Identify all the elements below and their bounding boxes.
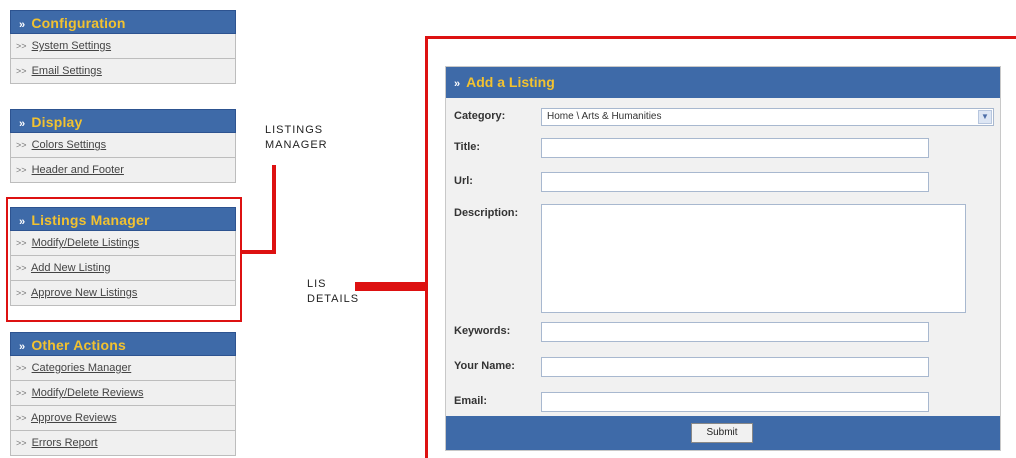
sidebar-item-email-settings[interactable]: >> Email Settings — [10, 59, 236, 84]
item-prefix-icon: >> — [16, 438, 27, 448]
url-input[interactable] — [541, 172, 929, 192]
item-prefix-icon: >> — [16, 388, 27, 398]
highlight-box-listings-manager — [6, 197, 242, 322]
title-label: Title: — [454, 141, 481, 153]
annotation-pointer — [355, 282, 428, 291]
sidebar-item-label[interactable]: Email Settings — [32, 65, 102, 77]
annotation-bracket — [425, 36, 1016, 39]
chevron-down-icon[interactable]: ▼ — [978, 110, 992, 124]
double-arrow-icon: » — [454, 78, 461, 90]
item-prefix-icon: >> — [16, 41, 27, 51]
keywords-label: Keywords: — [454, 325, 511, 337]
url-label: Url: — [454, 175, 473, 187]
description-textarea[interactable] — [541, 204, 966, 313]
description-label: Description: — [454, 207, 519, 219]
annotation-bracket — [425, 36, 428, 458]
submit-button[interactable]: Submit — [691, 423, 753, 443]
form-footer: Submit — [446, 416, 1000, 450]
sidebar-item-system-settings[interactable]: >> System Settings — [10, 34, 236, 59]
section-header-configuration: » Configuration — [10, 10, 236, 34]
sidebar-item-label[interactable]: Modify/Delete Reviews — [32, 387, 144, 399]
annotation-connector — [241, 250, 275, 254]
sidebar-item-modify-delete-reviews[interactable]: >> Modify/Delete Reviews — [10, 381, 236, 406]
sidebar-item-header-and-footer[interactable]: >> Header and Footer — [10, 158, 236, 183]
category-label: Category: — [454, 110, 506, 122]
section-header-other-actions: » Other Actions — [10, 332, 236, 356]
your-name-input[interactable] — [541, 357, 929, 377]
sidebar-section-configuration: » Configuration >> System Settings >> Ema… — [10, 10, 236, 84]
annotation-connector — [272, 165, 276, 254]
section-title: Display — [31, 114, 83, 130]
item-prefix-icon: >> — [16, 165, 27, 175]
sidebar-item-colors-settings[interactable]: >> Colors Settings — [10, 133, 236, 158]
annotation-label-listing-details: LIS DETAILS — [307, 278, 360, 305]
item-prefix-icon: >> — [16, 413, 27, 423]
form-header: » Add a Listing — [446, 67, 1000, 98]
sidebar-item-errors-report[interactable]: >> Errors Report — [10, 431, 236, 456]
double-arrow-icon: » — [19, 19, 26, 31]
annotation-label-listings-manager: LISTINGS MANAGER — [265, 124, 328, 151]
double-arrow-icon: » — [19, 118, 26, 130]
add-listing-form: » Add a Listing Category: Home \ Arts & H… — [445, 66, 1001, 451]
item-prefix-icon: >> — [16, 140, 27, 150]
sidebar-section-other-actions: » Other Actions >> Categories Manager >> … — [10, 332, 236, 456]
section-header-display: » Display — [10, 109, 236, 133]
email-input[interactable] — [541, 392, 929, 412]
sidebar-item-label[interactable]: Header and Footer — [32, 164, 124, 176]
section-title: Configuration — [31, 15, 126, 31]
item-prefix-icon: >> — [16, 66, 27, 76]
sidebar-item-label[interactable]: Categories Manager — [32, 362, 132, 374]
double-arrow-icon: » — [19, 341, 26, 353]
category-select-value: Home \ Arts & Humanities — [547, 111, 662, 122]
sidebar-item-label[interactable]: Approve Reviews — [31, 412, 117, 424]
your-name-label: Your Name: — [454, 360, 515, 372]
keywords-input[interactable] — [541, 322, 929, 342]
sidebar-item-label[interactable]: Errors Report — [32, 437, 98, 449]
sidebar-item-approve-reviews[interactable]: >> Approve Reviews — [10, 406, 236, 431]
item-prefix-icon: >> — [16, 363, 27, 373]
sidebar-item-categories-manager[interactable]: >> Categories Manager — [10, 356, 236, 381]
email-label: Email: — [454, 395, 488, 407]
category-select[interactable]: Home \ Arts & Humanities ▼ — [541, 108, 994, 126]
sidebar-item-label[interactable]: Colors Settings — [32, 139, 107, 151]
sidebar-item-label[interactable]: System Settings — [32, 40, 111, 52]
title-input[interactable] — [541, 138, 929, 158]
section-title: Other Actions — [31, 337, 126, 353]
sidebar-section-display: » Display >> Colors Settings >> Header an… — [10, 109, 236, 183]
form-title: Add a Listing — [466, 74, 555, 90]
